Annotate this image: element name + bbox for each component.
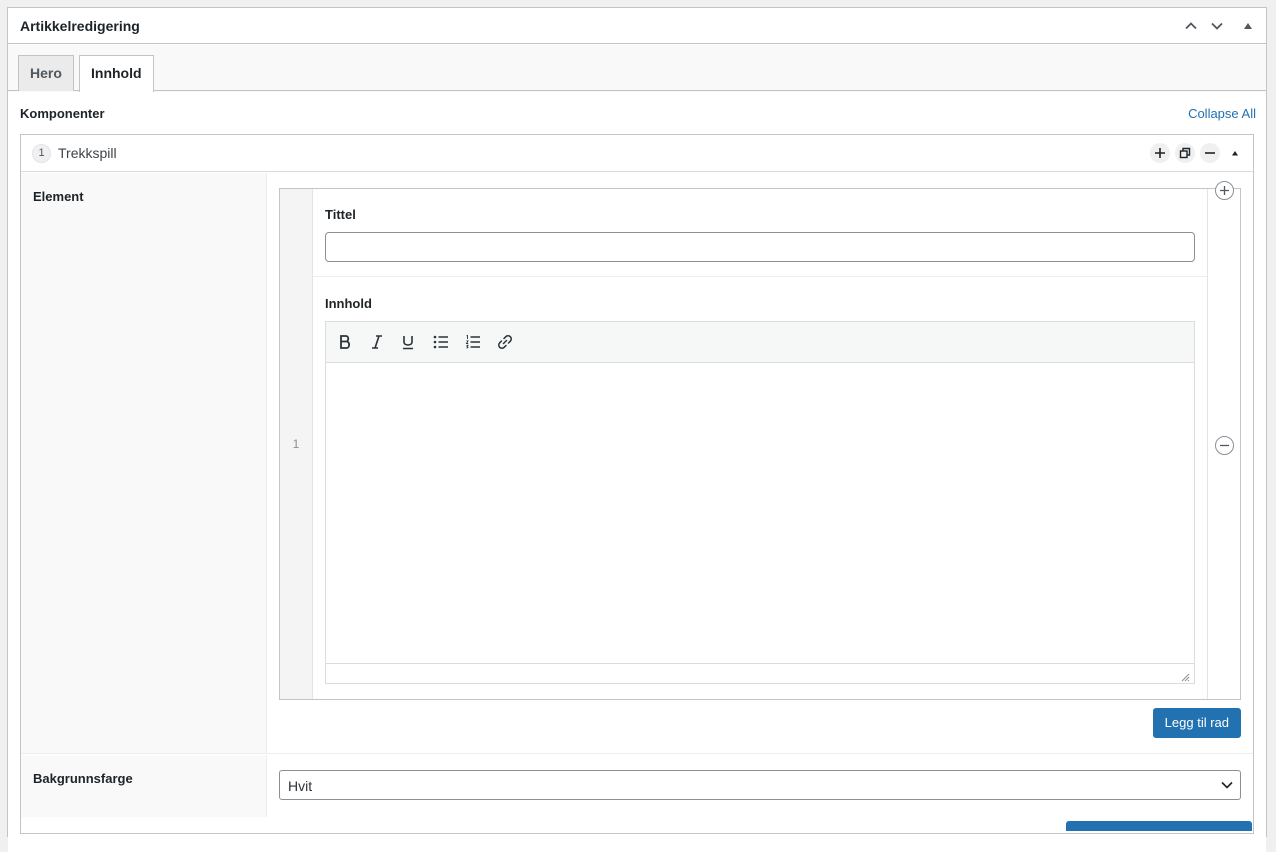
field-row-element: Element 1 Tittel Innhold Legg til rad bbox=[21, 173, 1253, 754]
select-value: Hvit bbox=[288, 778, 313, 794]
collapse-all-link[interactable]: Collapse All bbox=[1188, 106, 1256, 121]
resize-handle-icon[interactable] bbox=[1180, 670, 1190, 682]
subfield-label-tittel: Tittel bbox=[325, 207, 356, 222]
chevron-down-icon bbox=[1220, 778, 1234, 795]
duplicate-icon[interactable] bbox=[1175, 143, 1195, 163]
row-number-column[interactable]: 1 bbox=[280, 189, 313, 699]
add-row-button[interactable]: Legg til rad bbox=[1152, 708, 1241, 738]
field-label-column: Element bbox=[21, 173, 267, 753]
remove-row-minus-icon[interactable] bbox=[1215, 436, 1234, 455]
field-row-bakgrunnsfarge: Bakgrunnsfarge Hvit bbox=[21, 755, 1253, 817]
subfield-innhold: Innhold bbox=[313, 278, 1208, 698]
field-label-element: Element bbox=[33, 189, 84, 204]
tab-bar: Hero Innhold bbox=[8, 45, 1266, 92]
triangle-up-icon[interactable] bbox=[1238, 16, 1258, 36]
tab-innhold[interactable]: Innhold bbox=[79, 55, 154, 92]
tittel-input[interactable] bbox=[325, 232, 1195, 262]
editor-toolbar bbox=[326, 322, 1194, 363]
field-label-column: Bakgrunnsfarge bbox=[21, 755, 267, 817]
italic-icon[interactable] bbox=[365, 330, 389, 354]
chevron-up-icon[interactable] bbox=[1181, 16, 1201, 36]
row-controls-column bbox=[1207, 181, 1240, 699]
wysiwyg-editor bbox=[325, 321, 1195, 684]
components-label: Komponenter bbox=[20, 106, 105, 121]
triangle-up-icon[interactable] bbox=[1225, 143, 1245, 163]
minus-icon[interactable] bbox=[1200, 143, 1220, 163]
postbox-artikkelredigering: Artikkelredigering Hero Innhold Komponen… bbox=[7, 7, 1267, 852]
field-label-bakgrunnsfarge: Bakgrunnsfarge bbox=[33, 771, 133, 786]
plus-icon[interactable] bbox=[1150, 143, 1170, 163]
bold-icon[interactable] bbox=[333, 330, 357, 354]
editor-content-area[interactable] bbox=[326, 364, 1194, 663]
flexible-layout: 1 Trekkspill Element 1 Tittel Innhold Le… bbox=[20, 134, 1254, 834]
bakgrunnsfarge-select[interactable]: Hvit bbox=[279, 770, 1241, 800]
postbox-inside: Hero Innhold Komponenter Collapse All 1 … bbox=[8, 45, 1266, 852]
layout-order-badge: 1 bbox=[32, 144, 51, 163]
tab-content: Komponenter Collapse All 1 Trekkspill El… bbox=[8, 92, 1266, 852]
layout-handle[interactable]: 1 Trekkspill bbox=[21, 135, 1253, 172]
repeater-table: 1 Tittel Innhold bbox=[279, 181, 1241, 700]
add-row-plus-icon[interactable] bbox=[1215, 181, 1234, 200]
layout-name: Trekkspill bbox=[58, 145, 117, 161]
subfield-tittel: Tittel bbox=[313, 189, 1208, 277]
editor-statusbar bbox=[326, 663, 1194, 683]
chevron-down-icon[interactable] bbox=[1207, 16, 1227, 36]
postbox-title: Artikkelredigering bbox=[20, 18, 140, 34]
underline-icon[interactable] bbox=[396, 330, 420, 354]
postbox-header: Artikkelredigering bbox=[8, 8, 1266, 44]
link-icon[interactable] bbox=[493, 330, 517, 354]
numbered-list-icon[interactable] bbox=[461, 330, 485, 354]
subfield-label-innhold: Innhold bbox=[325, 296, 372, 311]
row-number: 1 bbox=[292, 437, 300, 451]
tab-hero[interactable]: Hero bbox=[18, 55, 74, 91]
bullet-list-icon[interactable] bbox=[429, 330, 453, 354]
